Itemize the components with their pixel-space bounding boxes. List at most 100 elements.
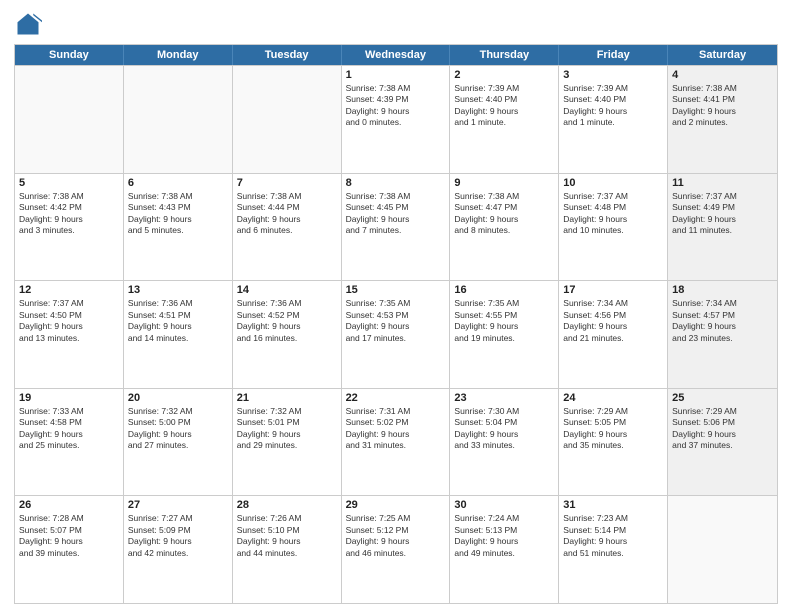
day-number: 3	[563, 69, 663, 81]
cal-cell-r3-c5: 24 Sunrise: 7:29 AMSunset: 5:05 PMDayligh…	[559, 389, 668, 496]
cell-line: Daylight: 9 hours	[19, 429, 119, 440]
logo	[14, 10, 44, 38]
cell-line: and 27 minutes.	[128, 440, 228, 451]
cal-cell-r3-c0: 19Sunrise: 7:33 AMSunset: 4:58 PMDayligh…	[15, 389, 124, 496]
day-header-sunday: Sunday	[15, 45, 124, 65]
cal-cell-r4-c1: 27Sunrise: 7:27 AMSunset: 5:09 PMDayligh…	[124, 496, 233, 603]
cal-cell-r4-c3: 29Sunrise: 7:25 AMSunset: 5:12 PMDayligh…	[342, 496, 451, 603]
cell-line: Sunset: 4:40 PM	[563, 94, 663, 105]
cell-line: Daylight: 9 hours	[454, 106, 554, 117]
cell-line: Daylight: 9 hours	[128, 536, 228, 547]
cell-line: Sunset: 4:56 PM	[563, 310, 663, 321]
cell-line: Sunrise: 7:39 AM	[454, 83, 554, 94]
cell-line: Daylight: 9 hours	[563, 106, 663, 117]
cell-line: and 21 minutes.	[563, 333, 663, 344]
cell-line: Sunset: 5:04 PM	[454, 417, 554, 428]
cell-line: Sunrise: 7:35 AM	[454, 298, 554, 309]
cell-line: Daylight: 9 hours	[563, 429, 663, 440]
page: SundayMondayTuesdayWednesdayThursdayFrid…	[0, 0, 792, 612]
header	[14, 10, 778, 38]
calendar: SundayMondayTuesdayWednesdayThursdayFrid…	[14, 44, 778, 604]
cal-cell-r0-c3: 1Sunrise: 7:38 AMSunset: 4:39 PMDaylight…	[342, 66, 451, 173]
day-number: 12	[19, 284, 119, 296]
cell-line: Sunset: 5:10 PM	[237, 525, 337, 536]
cell-line: and 14 minutes.	[128, 333, 228, 344]
cal-cell-r0-c1	[124, 66, 233, 173]
cell-line: Daylight: 9 hours	[563, 536, 663, 547]
cell-line: Daylight: 9 hours	[128, 321, 228, 332]
cal-cell-r4-c4: 30Sunrise: 7:24 AMSunset: 5:13 PMDayligh…	[450, 496, 559, 603]
cell-line: Daylight: 9 hours	[563, 214, 663, 225]
cell-line: Sunset: 4:47 PM	[454, 202, 554, 213]
day-number: 23	[454, 392, 554, 404]
cal-cell-r1-c0: 5Sunrise: 7:38 AMSunset: 4:42 PMDaylight…	[15, 174, 124, 281]
cell-line: Sunrise: 7:29 AM	[563, 406, 663, 417]
day-number: 13	[128, 284, 228, 296]
cell-line: Daylight: 9 hours	[19, 536, 119, 547]
cell-line: Sunset: 5:07 PM	[19, 525, 119, 536]
cell-line: Sunrise: 7:24 AM	[454, 513, 554, 524]
cell-line: Sunrise: 7:26 AM	[237, 513, 337, 524]
cell-line: and 17 minutes.	[346, 333, 446, 344]
day-number: 8	[346, 177, 446, 189]
day-header-monday: Monday	[124, 45, 233, 65]
cell-line: Sunrise: 7:38 AM	[237, 191, 337, 202]
cell-line: Sunrise: 7:27 AM	[128, 513, 228, 524]
cal-cell-r2-c4: 16Sunrise: 7:35 AMSunset: 4:55 PMDayligh…	[450, 281, 559, 388]
cell-line: and 49 minutes.	[454, 548, 554, 559]
cell-line: Sunrise: 7:36 AM	[237, 298, 337, 309]
cell-line: Sunrise: 7:28 AM	[19, 513, 119, 524]
cell-line: Sunrise: 7:34 AM	[563, 298, 663, 309]
cell-line: Daylight: 9 hours	[454, 429, 554, 440]
cal-row-1: 5Sunrise: 7:38 AMSunset: 4:42 PMDaylight…	[15, 173, 777, 281]
cal-cell-r2-c6: 18Sunrise: 7:34 AMSunset: 4:57 PMDayligh…	[668, 281, 777, 388]
day-number: 6	[128, 177, 228, 189]
cell-line: Sunrise: 7:38 AM	[346, 191, 446, 202]
cal-cell-r2-c2: 14Sunrise: 7:36 AMSunset: 4:52 PMDayligh…	[233, 281, 342, 388]
day-number: 15	[346, 284, 446, 296]
cell-line: and 5 minutes.	[128, 225, 228, 236]
day-number: 20	[128, 392, 228, 404]
cell-line: and 42 minutes.	[128, 548, 228, 559]
cal-cell-r2-c3: 15Sunrise: 7:35 AMSunset: 4:53 PMDayligh…	[342, 281, 451, 388]
cell-line: Sunset: 4:50 PM	[19, 310, 119, 321]
cal-cell-r0-c0	[15, 66, 124, 173]
cell-line: and 51 minutes.	[563, 548, 663, 559]
day-number: 24	[563, 392, 663, 404]
cal-cell-r0-c5: 3Sunrise: 7:39 AMSunset: 4:40 PMDaylight…	[559, 66, 668, 173]
cell-line: and 0 minutes.	[346, 117, 446, 128]
day-number: 17	[563, 284, 663, 296]
cell-line: Sunrise: 7:37 AM	[563, 191, 663, 202]
day-number: 9	[454, 177, 554, 189]
cell-line: Sunset: 4:53 PM	[346, 310, 446, 321]
cal-row-3: 19Sunrise: 7:33 AMSunset: 4:58 PMDayligh…	[15, 388, 777, 496]
cell-line: and 13 minutes.	[19, 333, 119, 344]
cell-line: Sunset: 4:39 PM	[346, 94, 446, 105]
cell-line: and 8 minutes.	[454, 225, 554, 236]
cal-cell-r4-c0: 26Sunrise: 7:28 AMSunset: 5:07 PMDayligh…	[15, 496, 124, 603]
cell-line: Sunrise: 7:37 AM	[19, 298, 119, 309]
day-number: 14	[237, 284, 337, 296]
cal-cell-r0-c4: 2Sunrise: 7:39 AMSunset: 4:40 PMDaylight…	[450, 66, 559, 173]
day-number: 28	[237, 499, 337, 511]
cell-line: Daylight: 9 hours	[237, 536, 337, 547]
cell-line: Sunrise: 7:29 AM	[672, 406, 773, 417]
cal-cell-r1-c6: 11Sunrise: 7:37 AMSunset: 4:49 PMDayligh…	[668, 174, 777, 281]
day-header-saturday: Saturday	[668, 45, 777, 65]
day-number: 11	[672, 177, 773, 189]
cell-line: and 33 minutes.	[454, 440, 554, 451]
cal-cell-r4-c5: 31Sunrise: 7:23 AMSunset: 5:14 PMDayligh…	[559, 496, 668, 603]
cell-line: and 1 minute.	[454, 117, 554, 128]
cell-line: Daylight: 9 hours	[346, 536, 446, 547]
day-number: 27	[128, 499, 228, 511]
cell-line: Sunset: 4:55 PM	[454, 310, 554, 321]
cell-line: Sunset: 4:49 PM	[672, 202, 773, 213]
cell-line: Daylight: 9 hours	[128, 214, 228, 225]
cell-line: Sunset: 5:05 PM	[563, 417, 663, 428]
cell-line: Sunset: 5:14 PM	[563, 525, 663, 536]
cell-line: Daylight: 9 hours	[672, 429, 773, 440]
day-header-tuesday: Tuesday	[233, 45, 342, 65]
cell-line: Daylight: 9 hours	[672, 321, 773, 332]
day-number: 16	[454, 284, 554, 296]
cell-line: Daylight: 9 hours	[346, 321, 446, 332]
